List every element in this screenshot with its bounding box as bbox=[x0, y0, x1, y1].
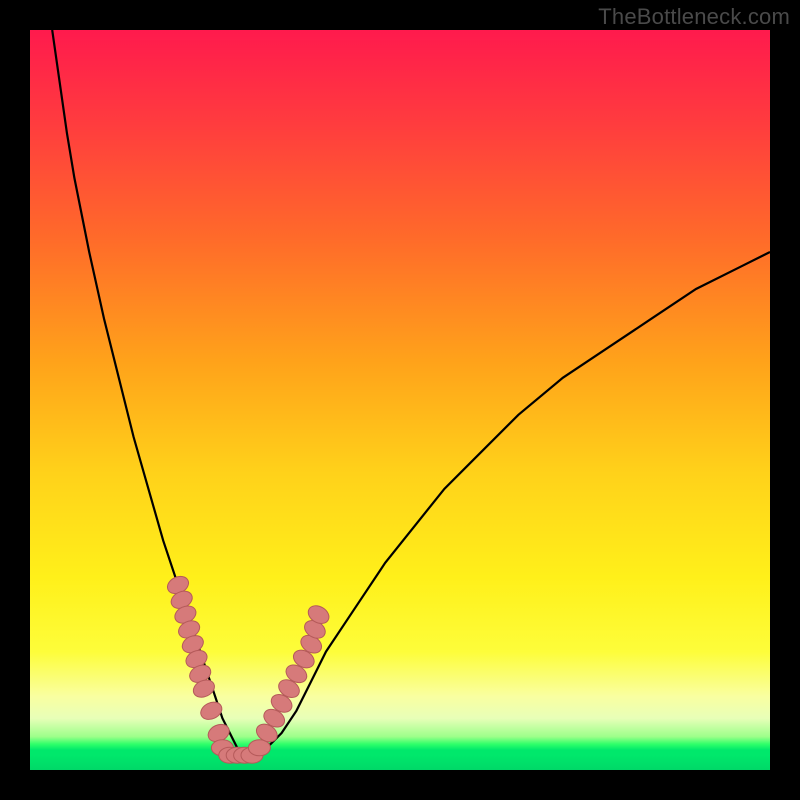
curve-marker bbox=[198, 699, 225, 723]
curve-markers bbox=[165, 573, 332, 763]
bottleneck-curve bbox=[52, 30, 770, 755]
chart-frame: TheBottleneck.com bbox=[0, 0, 800, 800]
watermark-text: TheBottleneck.com bbox=[598, 4, 790, 30]
chart-svg bbox=[30, 30, 770, 770]
curve-marker bbox=[248, 740, 270, 756]
plot-area bbox=[30, 30, 770, 770]
